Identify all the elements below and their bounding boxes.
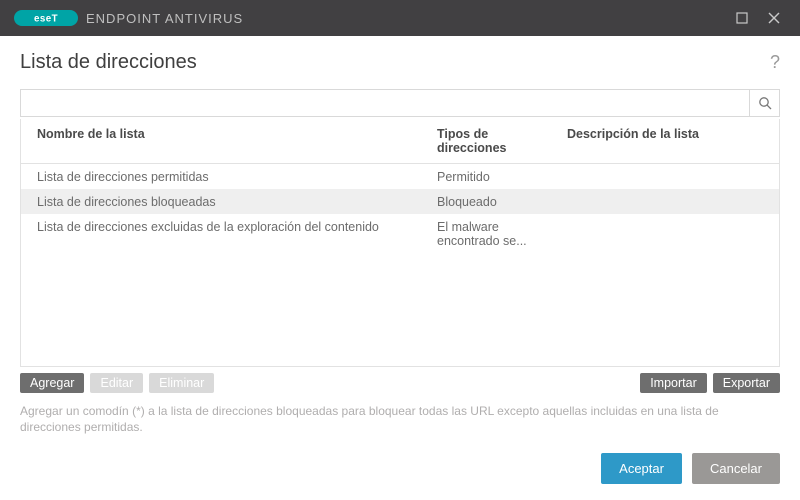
table-row[interactable]: Lista de direcciones bloqueadasBloqueado	[21, 189, 779, 214]
add-button[interactable]: Agregar	[20, 373, 84, 393]
table-row[interactable]: Lista de direcciones permitidasPermitido	[21, 164, 779, 189]
column-header-desc[interactable]: Descripción de la lista	[551, 119, 779, 163]
search-button[interactable]	[749, 90, 779, 116]
brand-text: ENDPOINT ANTIVIRUS	[86, 11, 243, 26]
export-button[interactable]: Exportar	[713, 373, 780, 393]
table-body: Lista de direcciones permitidasPermitido…	[21, 164, 779, 366]
cell-desc	[551, 164, 779, 189]
brand-logo: eseT	[14, 10, 78, 26]
column-header-name[interactable]: Nombre de la lista	[21, 119, 421, 163]
cancel-button[interactable]: Cancelar	[692, 453, 780, 484]
hint-text: Agregar un comodín (*) a la lista de dir…	[20, 403, 780, 435]
cell-type: Permitido	[421, 164, 551, 189]
page-title: Lista de direcciones	[20, 51, 197, 74]
edit-button[interactable]: Editar	[90, 373, 143, 393]
close-button[interactable]	[758, 0, 790, 36]
cell-desc	[551, 214, 779, 253]
search-row	[20, 89, 780, 117]
svg-text:eseT: eseT	[34, 14, 58, 25]
table-header: Nombre de la lista Tipos de direcciones …	[21, 119, 779, 164]
table-row[interactable]: Lista de direcciones excluidas de la exp…	[21, 214, 779, 253]
action-row: Agregar Editar Eliminar Importar Exporta…	[20, 367, 780, 393]
help-icon[interactable]: ?	[764, 50, 780, 75]
delete-button[interactable]: Eliminar	[149, 373, 214, 393]
cell-desc	[551, 189, 779, 214]
cell-name: Lista de direcciones excluidas de la exp…	[21, 214, 421, 253]
search-input[interactable]	[21, 90, 749, 116]
content-area: Lista de direcciones ? Nombre de la list…	[0, 36, 800, 500]
address-list-table: Nombre de la lista Tipos de direcciones …	[20, 119, 780, 367]
minimize-button[interactable]	[726, 0, 758, 36]
cell-type: El malware encontrado se...	[421, 214, 551, 253]
app-window: eseT ENDPOINT ANTIVIRUS Lista de direcci…	[0, 0, 800, 500]
cell-type: Bloqueado	[421, 189, 551, 214]
column-header-type[interactable]: Tipos de direcciones	[421, 119, 551, 163]
cell-name: Lista de direcciones permitidas	[21, 164, 421, 189]
footer-buttons: Aceptar Cancelar	[20, 435, 780, 484]
titlebar: eseT ENDPOINT ANTIVIRUS	[0, 0, 800, 36]
import-button[interactable]: Importar	[640, 373, 707, 393]
ok-button[interactable]: Aceptar	[601, 453, 682, 484]
cell-name: Lista de direcciones bloqueadas	[21, 189, 421, 214]
